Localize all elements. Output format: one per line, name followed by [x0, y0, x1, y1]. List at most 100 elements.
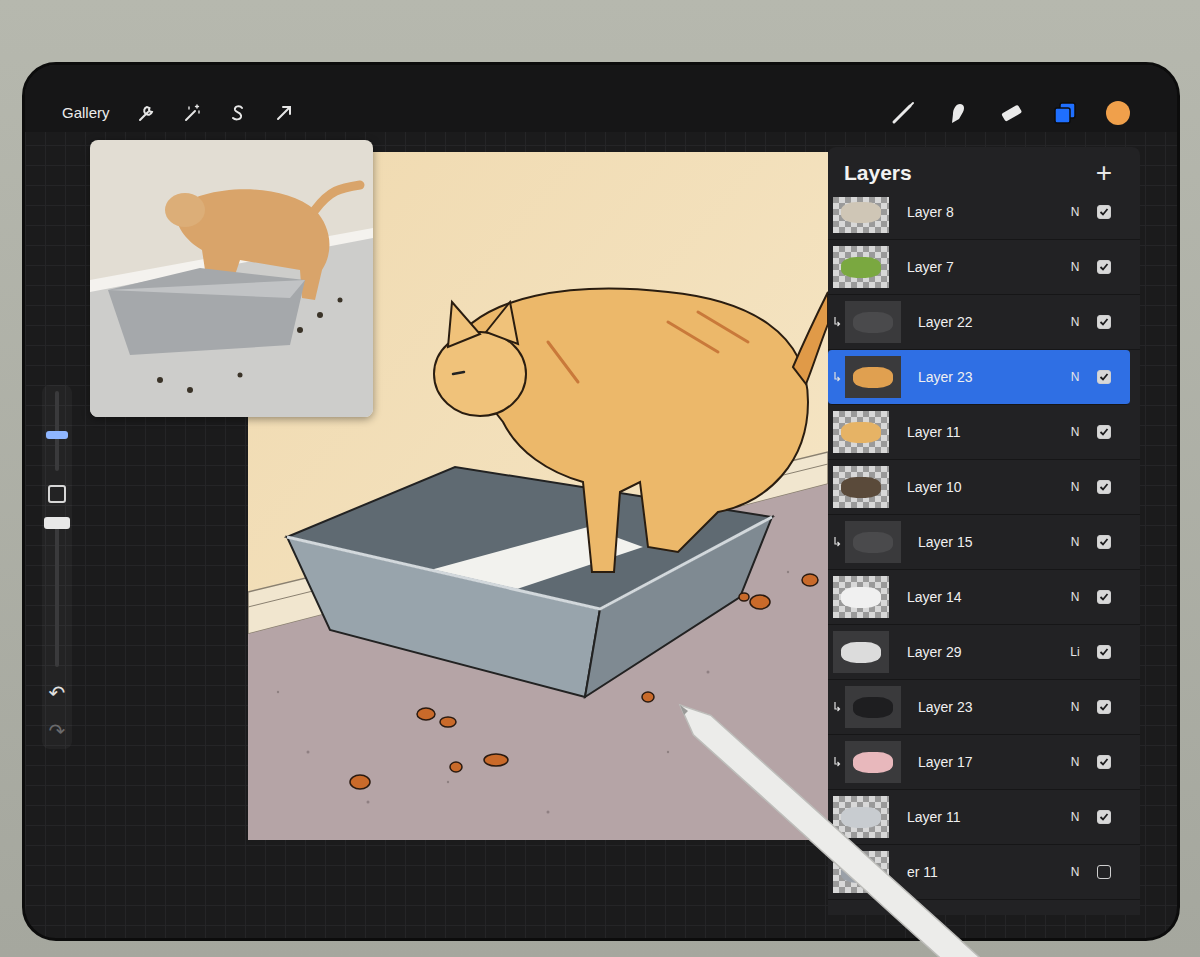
visibility-checkbox[interactable]	[1097, 260, 1111, 274]
layer-thumbnail[interactable]	[833, 576, 889, 618]
thumbnail-content	[841, 202, 880, 223]
layers-tool[interactable]	[1052, 98, 1078, 128]
layer-thumbnail[interactable]	[833, 246, 889, 288]
layer-row[interactable]: Layer 11N	[828, 405, 1140, 460]
size-handle[interactable]	[46, 431, 68, 439]
layer-row[interactable]: Layer 23N	[828, 680, 1140, 735]
thumbnail-content	[841, 587, 880, 608]
layer-thumbnail[interactable]	[845, 301, 901, 343]
layer-thumbnail[interactable]	[845, 686, 901, 728]
blend-mode[interactable]: N	[1067, 535, 1083, 549]
smudge-tool[interactable]	[944, 98, 970, 128]
clipping-mask-icon	[833, 756, 841, 768]
layer-name: Layer 10	[907, 479, 1067, 495]
add-layer-button[interactable]: +	[1096, 158, 1112, 188]
layer-row[interactable]: Layer 10N	[828, 460, 1140, 515]
visibility-checkbox[interactable]	[1097, 480, 1111, 494]
layer-row[interactable]: Layer 23N	[828, 350, 1130, 405]
visibility-checkbox[interactable]	[1097, 810, 1111, 824]
blend-mode[interactable]: N	[1067, 810, 1083, 824]
layer-row[interactable]: Layer 17N	[828, 735, 1140, 790]
layer-thumbnail[interactable]	[833, 796, 889, 838]
gallery-button[interactable]: Gallery	[62, 98, 110, 128]
layer-name: er 11	[907, 864, 1067, 880]
modify-button[interactable]	[48, 485, 66, 503]
thumbnail-content	[853, 697, 892, 718]
clipping-mask-icon	[833, 536, 841, 548]
blend-mode[interactable]: N	[1067, 590, 1083, 604]
redo-button[interactable]: ↷	[49, 719, 66, 743]
layer-thumbnail[interactable]	[833, 631, 889, 673]
thumbnail-content	[853, 752, 892, 773]
magic-wand-icon[interactable]	[182, 103, 202, 123]
visibility-checkbox[interactable]	[1097, 865, 1111, 879]
layer-name: Layer 14	[907, 589, 1067, 605]
blend-mode[interactable]: N	[1067, 425, 1083, 439]
transform-arrow-icon[interactable]	[274, 103, 294, 123]
visibility-checkbox[interactable]	[1097, 425, 1111, 439]
layer-row[interactable]: Layer 7N	[828, 240, 1140, 295]
wrench-icon[interactable]	[136, 103, 156, 123]
blend-mode[interactable]: N	[1067, 755, 1083, 769]
layers-icon	[1052, 100, 1078, 126]
blend-mode[interactable]: N	[1067, 370, 1083, 384]
layer-thumbnail[interactable]	[833, 851, 889, 893]
blend-mode[interactable]: N	[1067, 865, 1083, 879]
visibility-checkbox[interactable]	[1097, 645, 1111, 659]
layer-row[interactable]: Layer 22N	[828, 295, 1140, 350]
layer-name: Layer 15	[918, 534, 1067, 550]
layer-thumbnail[interactable]	[845, 356, 901, 398]
check-icon	[1099, 647, 1109, 657]
blend-mode[interactable]: N	[1067, 205, 1083, 219]
layer-list: Layer 8NLayer 7NLayer 22NLayer 23NLayer …	[828, 197, 1140, 915]
layer-name: Layer 29	[907, 644, 1067, 660]
blend-mode[interactable]: N	[1067, 260, 1083, 274]
layer-row[interactable]: Layer 29Li	[828, 625, 1140, 680]
layer-thumbnail[interactable]	[845, 521, 901, 563]
check-icon	[1099, 372, 1109, 382]
thumbnail-content	[841, 477, 880, 498]
visibility-checkbox[interactable]	[1097, 205, 1111, 219]
layer-thumbnail[interactable]	[833, 466, 889, 508]
visibility-checkbox[interactable]	[1097, 535, 1111, 549]
brush-size-slider[interactable]	[55, 391, 59, 471]
opacity-slider[interactable]	[55, 517, 59, 667]
eraser-tool[interactable]	[998, 98, 1024, 128]
layer-name: Layer 23	[918, 699, 1067, 715]
blend-mode[interactable]: N	[1067, 700, 1083, 714]
layer-row[interactable]: Layer 15N	[828, 515, 1140, 570]
layer-row[interactable]: Layer 14N	[828, 570, 1140, 625]
check-icon	[1099, 317, 1109, 327]
selection-icon[interactable]	[228, 103, 248, 123]
layer-row[interactable]: er 11N	[828, 845, 1140, 900]
visibility-checkbox[interactable]	[1097, 590, 1111, 604]
layers-panel: Layers+Layer 8NLayer 7NLayer 22NLayer 23…	[828, 147, 1140, 915]
layer-row[interactable]: Layer 11N	[828, 790, 1140, 845]
layer-name: Layer 11	[907, 424, 1067, 440]
brush-tool[interactable]	[890, 98, 916, 128]
check-icon	[1099, 592, 1109, 602]
visibility-checkbox[interactable]	[1097, 755, 1111, 769]
blend-mode[interactable]: N	[1067, 315, 1083, 329]
canvas-area: ↶↷Layers+Layer 8NLayer 7NLayer 22NLayer …	[25, 132, 1177, 938]
apple-pencil	[0, 0, 1200, 957]
blend-mode[interactable]: N	[1067, 480, 1083, 494]
tablet: Gallery↶↷Layers+Layer 8NLayer 7NLayer 22…	[0, 0, 1200, 957]
layer-thumbnail[interactable]	[833, 197, 889, 233]
layer-thumbnail[interactable]	[833, 411, 889, 453]
opacity-handle[interactable]	[44, 517, 70, 529]
layer-thumbnail[interactable]	[845, 741, 901, 783]
color-swatch[interactable]	[1106, 101, 1130, 125]
visibility-checkbox[interactable]	[1097, 315, 1111, 329]
check-icon	[1099, 702, 1109, 712]
visibility-checkbox[interactable]	[1097, 700, 1111, 714]
reference-photo[interactable]	[90, 140, 373, 417]
layer-name: Layer 7	[907, 259, 1067, 275]
visibility-checkbox[interactable]	[1097, 370, 1111, 384]
layer-row[interactable]: Layer 8N	[828, 197, 1140, 240]
check-icon	[1099, 812, 1109, 822]
procreate-screen: Gallery↶↷Layers+Layer 8NLayer 7NLayer 22…	[22, 62, 1180, 941]
undo-button[interactable]: ↶	[49, 681, 66, 705]
blend-mode[interactable]: Li	[1067, 645, 1083, 659]
check-icon	[1099, 537, 1109, 547]
